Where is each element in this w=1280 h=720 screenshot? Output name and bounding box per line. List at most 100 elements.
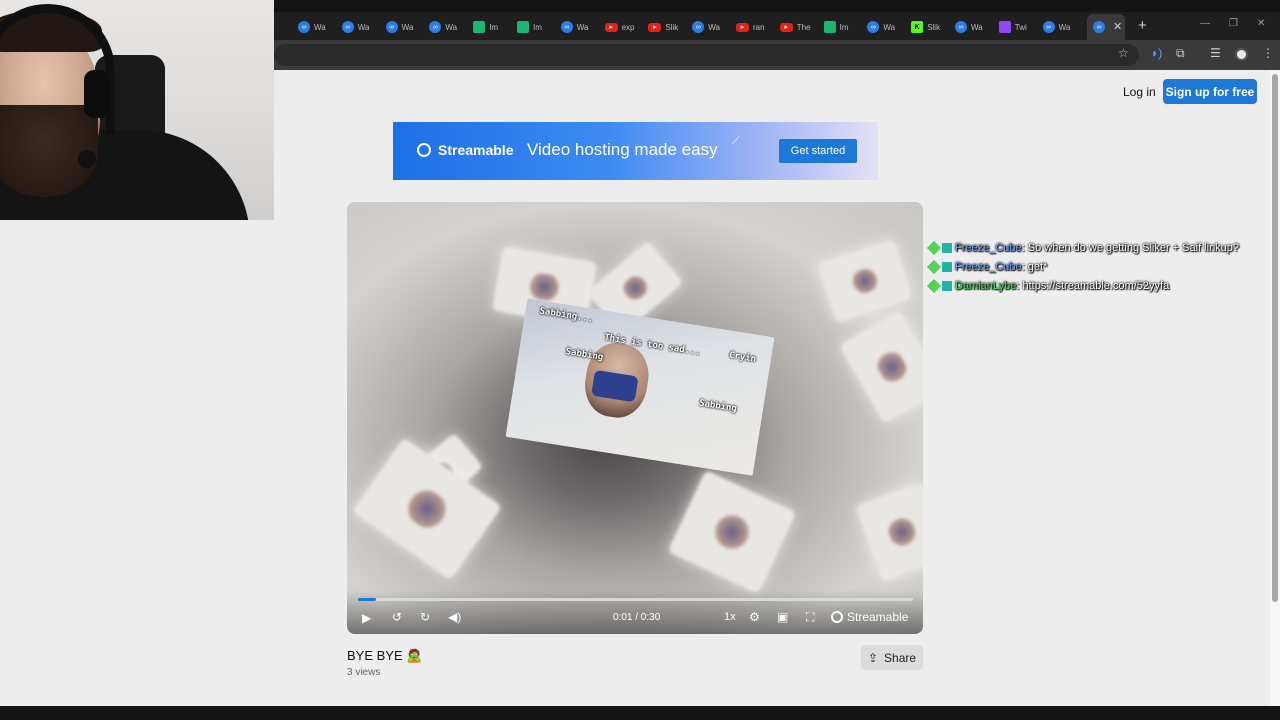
get-started-button[interactable]: Get started (779, 139, 857, 163)
menu-icon[interactable]: ⋮ (1262, 46, 1274, 60)
page-scrollbar[interactable] (1270, 70, 1280, 706)
streamable-icon: ∞ (560, 21, 573, 33)
media-controls-icon[interactable]: ☰ (1210, 46, 1221, 60)
tab-label: Wa (445, 22, 458, 32)
browser-tab[interactable]: ▸ ran (730, 14, 765, 40)
address-bar[interactable] (274, 44, 1139, 66)
tab-label: Twi (1014, 22, 1027, 32)
imgur-icon (517, 21, 529, 33)
progress-fill (358, 598, 377, 601)
settings-icon[interactable]: ⚙ (749, 610, 760, 624)
signup-button[interactable]: Sign up for free (1163, 79, 1257, 104)
headset-earcup (84, 70, 110, 118)
imgur-icon (823, 21, 836, 33)
progress-bar[interactable] (358, 598, 913, 601)
browser-tab[interactable]: ∞ Wa (336, 14, 370, 40)
rewind-icon[interactable]: ↺ (392, 610, 402, 624)
chat-badge-icon (926, 240, 942, 255)
video-title: BYE BYE 🧟 (347, 648, 423, 663)
browser-tab[interactable]: ∞ Wa (555, 14, 589, 40)
scrollbar-thumb[interactable] (1272, 74, 1278, 602)
playback-speed-button[interactable]: 1x (724, 611, 736, 623)
streamable-icon: ∞ (341, 21, 354, 33)
browser-tab[interactable]: ∞ Wa (380, 14, 413, 40)
banner-brand: Streamable (438, 142, 514, 158)
tab-label: exp (621, 22, 635, 32)
browser-tab[interactable]: Im (511, 14, 542, 40)
banner-logo: Streamable (417, 142, 513, 158)
chat-text: : get* (1021, 260, 1048, 273)
streamable-icon: ∞ (955, 21, 967, 33)
picture-in-picture-icon[interactable]: ▣ (777, 610, 788, 624)
browser-tab[interactable]: ▸ Slik (642, 14, 678, 40)
tab-label: Wa (314, 22, 326, 32)
imgur-icon (473, 21, 486, 33)
browser-tab[interactable]: Im (818, 14, 848, 40)
video-player[interactable]: Sabbing... This is too sad... Cryin Sabb… (347, 202, 923, 634)
chat-username: Freeze_Cube (955, 241, 1022, 254)
streamable-logo-icon (417, 143, 431, 157)
maximize-icon[interactable]: ❐ (1229, 18, 1238, 29)
tab-label: Wa (883, 22, 896, 32)
fullscreen-icon[interactable]: ⛶ (806, 610, 814, 625)
browser-tab[interactable]: K Slik (905, 14, 940, 40)
chat-text: : https://streamable.com/52yyfa (1016, 279, 1170, 292)
time-display: 0:01 / 0:30 (613, 612, 661, 623)
browser-tab[interactable]: Twi (993, 14, 1027, 40)
screen: ∞ Wa ∞ Wa ∞ Wa ∞ Wa Im Im ∞ Wa ▸ exp ▸ Slik ∞ Wa ▸ ran ▸ The I… (0, 0, 1280, 720)
bookmark-star-icon[interactable]: ☆ (1118, 46, 1129, 60)
chat-message: Freeze_Cube: So when do we getting Slike… (926, 238, 1239, 257)
chat-badge-icon (926, 278, 942, 293)
chat-username: DamianLybe (955, 279, 1017, 292)
new-tab-button[interactable]: + (1138, 17, 1147, 34)
chat-message: Freeze_Cube: get* (926, 257, 1239, 276)
login-link[interactable]: Log in (1123, 85, 1156, 99)
browser-tab[interactable]: ∞ Wa (423, 14, 457, 40)
ad-banner[interactable]: Streamable Video hosting made easy ⟋ Get… (393, 122, 878, 180)
chat-message: DamianLybe: https://streamable.com/52yyf… (926, 276, 1239, 295)
tab-label: Wa (971, 22, 983, 32)
audio-playing-icon[interactable]: ◗) (1151, 46, 1162, 60)
streamable-icon: ∞ (298, 21, 310, 33)
forward-icon[interactable]: ↻ (420, 610, 430, 624)
tab-label: ran (753, 22, 765, 32)
player-brand-label: Streamable (847, 610, 909, 624)
extensions-icon[interactable]: ⧉ (1176, 46, 1185, 61)
browser-tab[interactable]: ▸ The (774, 14, 811, 40)
close-window-icon[interactable]: ✕ (1257, 18, 1265, 29)
streamable-icon: ∞ (429, 21, 442, 33)
subscriber-badge-icon (942, 242, 952, 253)
youtube-icon: ▸ (736, 22, 749, 32)
browser-tab[interactable]: ▸ exp (599, 14, 635, 40)
headset-mic (78, 150, 96, 168)
browser-tab[interactable]: ∞ Wa (686, 14, 720, 40)
tab-label: The (796, 22, 811, 32)
tab-label: Slik (927, 22, 941, 32)
volume-icon[interactable]: ◀) (448, 610, 461, 624)
tab-label: Wa (708, 22, 720, 32)
share-button[interactable]: ⇪ Share (861, 645, 923, 670)
tab-label: Im (489, 22, 499, 32)
profile-avatar[interactable] (1235, 48, 1248, 61)
tab-label: Wa (357, 22, 370, 32)
minimize-icon[interactable]: — (1200, 18, 1210, 29)
browser-tab[interactable]: ∞ Wa (861, 14, 895, 40)
tab-label: Wa (576, 22, 589, 32)
stream-chat-overlay: Freeze_Cube: So when do we getting Slike… (926, 238, 1239, 295)
view-count: 3 views (347, 667, 381, 678)
youtube-icon: ▸ (779, 22, 793, 32)
webcam-overlay (0, 0, 274, 220)
browser-tab[interactable]: ∞ Wa (1037, 14, 1071, 40)
browser-tab[interactable]: ∞ Wa (949, 14, 983, 40)
player-brand-link[interactable]: Streamable (831, 610, 908, 624)
browser-tab[interactable]: ∞ Wa (292, 14, 326, 40)
streamable-icon: ∞ (385, 21, 398, 33)
tab-label: Slik (665, 22, 679, 32)
close-tab-icon[interactable]: ✕ (1113, 20, 1122, 33)
play-icon[interactable]: ▶ (362, 611, 371, 625)
tab-label: Wa (1058, 22, 1071, 32)
streamable-icon: ∞ (867, 21, 880, 33)
tab-label: Im (533, 22, 542, 32)
browser-tab[interactable]: Im (467, 14, 498, 40)
youtube-icon: ▸ (648, 22, 662, 32)
